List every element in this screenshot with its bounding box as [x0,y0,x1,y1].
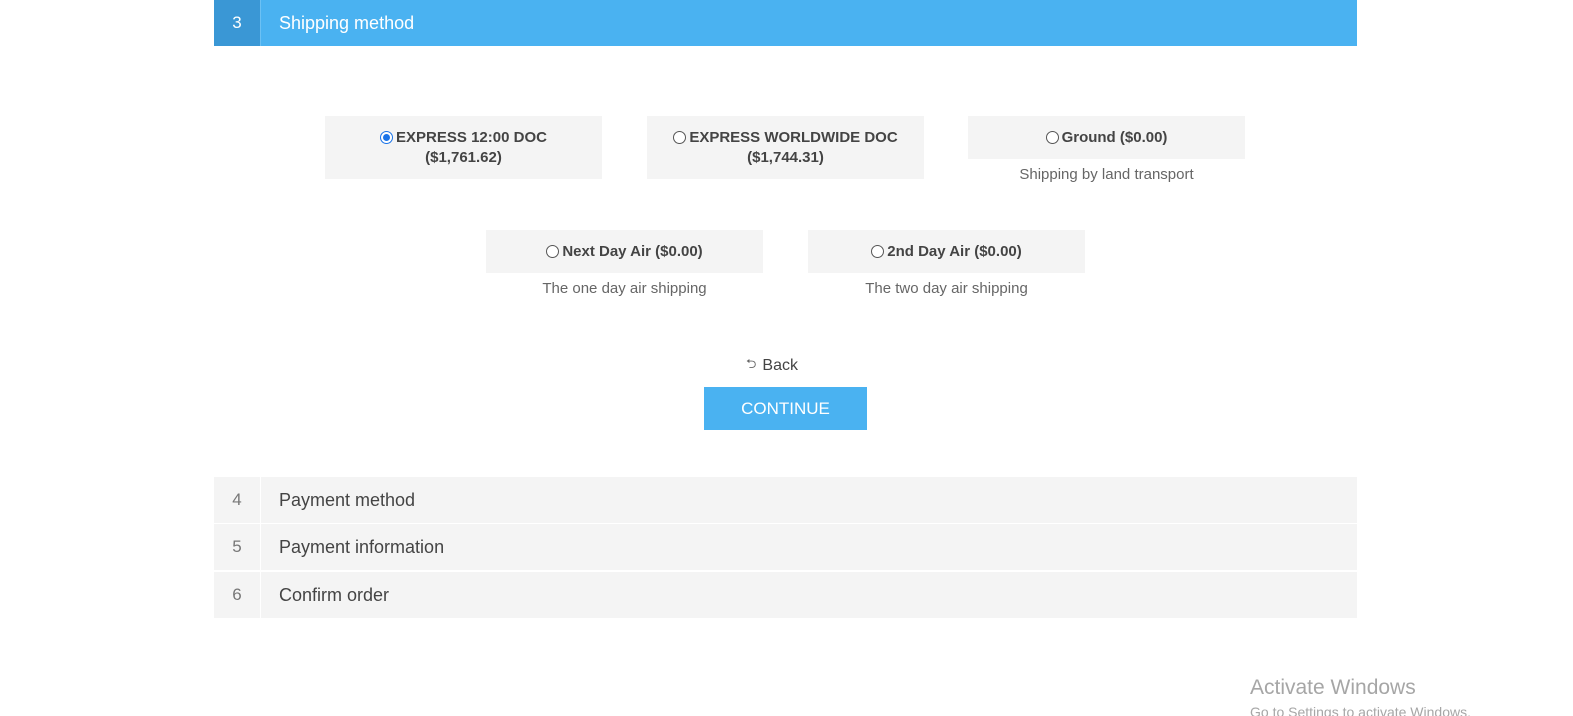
step-number: 5 [214,524,261,570]
shipping-option-express-1200[interactable]: EXPRESS 12:00 DOC ($1,761.62) [325,116,602,179]
shipping-option-label: 2nd Day Air ($0.00) [887,242,1022,260]
radio-button[interactable] [673,130,687,144]
step-number: 6 [214,572,261,618]
back-arrow-icon: ⮌ [746,356,757,371]
step-header-payment-information[interactable]: 5 Payment information [214,524,1357,570]
shipping-option-box[interactable]: 2nd Day Air ($0.00) [808,230,1085,273]
watermark-title: Activate Windows [1250,676,1416,699]
shipping-option-label: EXPRESS 12:00 DOC [396,128,547,146]
shipping-option-box[interactable]: Ground ($0.00) [968,116,1245,159]
step-number: 4 [214,477,261,523]
step-title: Shipping method [279,12,415,33]
shipping-option-express-worldwide[interactable]: EXPRESS WORLDWIDE DOC ($1,744.31) [647,116,924,179]
shipping-option-description: Shipping by land transport [1019,166,1194,183]
shipping-option-label: Ground ($0.00) [1061,128,1168,146]
radio-button[interactable] [546,244,560,258]
shipping-option-next-day-air[interactable]: Next Day Air ($0.00) The one day air shi… [486,230,763,297]
step-header-confirm-order[interactable]: 6 Confirm order [214,572,1357,618]
shipping-option-box[interactable]: EXPRESS WORLDWIDE DOC ($1,744.31) [647,116,924,179]
back-label: Back [762,357,798,374]
shipping-option-description: The one day air shipping [542,280,707,297]
shipping-option-box[interactable]: Next Day Air ($0.00) [486,230,763,273]
back-link[interactable]: ⮌ Back [746,355,798,377]
step-number: 3 [214,0,261,46]
shipping-option-label: EXPRESS WORLDWIDE DOC [689,128,898,146]
shipping-option-description: The two day air shipping [865,280,1028,297]
radio-button-selected[interactable] [380,130,394,144]
step-title: Payment method [279,489,416,510]
step-title: Confirm order [279,584,390,605]
shipping-option-2nd-day-air[interactable]: 2nd Day Air ($0.00) The two day air ship… [808,230,1085,297]
windows-activation-watermark: Activate Windows Go to Settings to activ… [1250,676,1471,716]
shipping-option-box[interactable]: EXPRESS 12:00 DOC ($1,761.62) [325,116,602,179]
radio-button[interactable] [1045,130,1059,144]
shipping-option-ground[interactable]: Ground ($0.00) Shipping by land transpor… [968,116,1245,183]
shipping-option-label: Next Day Air ($0.00) [562,242,703,260]
watermark-subtitle: Go to Settings to activate Windows. [1250,704,1471,716]
step-header-payment-method[interactable]: 4 Payment method [214,477,1357,523]
step-header-shipping-method[interactable]: 3 Shipping method [214,0,1357,46]
shipping-option-price: ($1,761.62) [425,148,502,166]
shipping-option-price: ($1,744.31) [747,148,824,166]
step-title: Payment information [279,536,445,557]
radio-button[interactable] [871,244,885,258]
continue-button[interactable]: CONTINUE [704,387,867,430]
